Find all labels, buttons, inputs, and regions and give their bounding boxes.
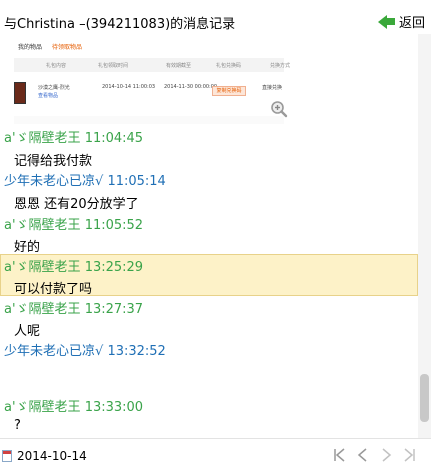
shot-table-header: 礼包内容 礼包领取时间 有效期截至 礼包兑换码 兑换方式 xyxy=(14,58,290,72)
title-bar: 与Christina –(394211083)的消息记录 返回 xyxy=(0,0,431,34)
next-page-icon[interactable] xyxy=(378,447,394,463)
shot-tab-orders: 待领取物品 xyxy=(51,44,82,51)
message-header: a'ゞ隔壁老王 11:05:52 xyxy=(4,218,144,233)
message-header: a'ゞ隔壁老王 13:25:29 xyxy=(4,260,144,275)
first-page-icon[interactable] xyxy=(332,447,348,463)
vertical-scrollbar[interactable] xyxy=(418,34,431,438)
message-text: 好的 xyxy=(14,240,41,255)
image-attachment[interactable]: 我的物品 待领取物品 礼包内容 礼包领取时间 有效期截至 礼包兑换码 兑换方式 … xyxy=(14,36,290,124)
back-button[interactable]: 返回 xyxy=(377,12,425,31)
back-label: 返回 xyxy=(398,16,425,31)
shot-tab-mine: 我的物品 xyxy=(18,44,43,51)
message-text: 恩恩 还有20分放学了 xyxy=(14,197,139,212)
redeem-status: 直接兑换 xyxy=(262,85,283,91)
message-header: 少年未老心已凉√ 11:05:14 xyxy=(4,174,166,189)
get-time: 2014-10-14 11:00:03 xyxy=(102,84,156,90)
message-header: a'ゞ隔壁老王 11:04:45 xyxy=(4,131,144,146)
product-link: 查看物品 xyxy=(38,93,59,99)
last-page-icon[interactable] xyxy=(401,447,417,463)
expire-time: 2014-11-30 00:00:00 xyxy=(164,84,218,90)
product-name: 沙漠之鹰-烈光 xyxy=(38,85,70,91)
message-header: a'ゞ隔壁老王 13:33:00 xyxy=(4,400,144,415)
message-text: 可以付款了吗 xyxy=(14,282,93,297)
message-text: ? xyxy=(14,418,21,433)
zoom-in-icon[interactable] xyxy=(270,100,288,118)
calendar-icon[interactable] xyxy=(2,450,12,462)
current-date[interactable]: 2014-10-14 xyxy=(17,449,87,463)
message-text: 人呢 xyxy=(14,324,41,339)
copy-code-button: 复制兑换码 xyxy=(212,86,246,96)
message-header: 少年未老心已凉√ 13:32:52 xyxy=(4,344,166,359)
message-text: 记得给我付款 xyxy=(14,154,93,169)
message-header: a'ゞ隔壁老王 13:27:37 xyxy=(4,302,144,317)
product-image xyxy=(14,82,26,104)
previous-page-icon[interactable] xyxy=(355,447,371,463)
message-area: 我的物品 待领取物品 礼包内容 礼包领取时间 有效期截至 礼包兑换码 兑换方式 … xyxy=(0,34,418,438)
scrollbar-thumb[interactable] xyxy=(420,374,429,422)
window-title: 与Christina –(394211083)的消息记录 xyxy=(4,17,236,32)
bottom-toolbar: 2014-10-14 xyxy=(0,438,431,471)
